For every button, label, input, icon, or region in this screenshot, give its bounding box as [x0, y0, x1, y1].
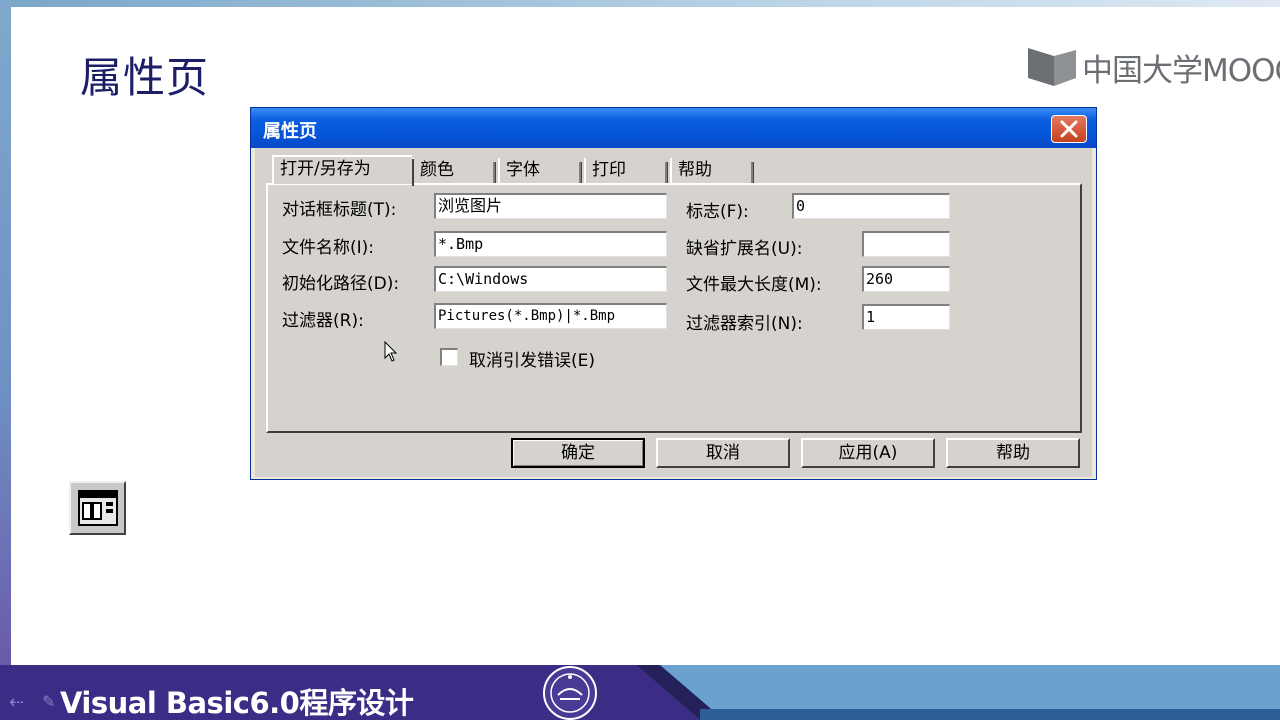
dialog-title-input[interactable]: 浏览图片 [434, 193, 667, 219]
mooc-logo: 中国大学MOOC [1026, 46, 1280, 89]
default-ext-input[interactable] [862, 231, 950, 257]
filter-index-input[interactable]: 1 [862, 304, 950, 330]
file-name-input[interactable]: *.Bmp [434, 231, 667, 257]
tab-label: 字体 [506, 160, 540, 180]
cancel-button[interactable]: 取消 [656, 438, 790, 468]
mooc-logo-text: 中国大学MOOC [1082, 52, 1280, 89]
tab-label: 打印 [592, 160, 626, 180]
tab-open-save[interactable]: 打开/另存为 [272, 155, 414, 186]
apply-button[interactable]: 应用(A) [801, 438, 935, 468]
tab-panel-open-save [266, 183, 1082, 433]
slide-left-bar [0, 0, 11, 665]
slide-top-bar [0, 0, 1280, 7]
mooc-book-icon [1028, 48, 1076, 86]
pencil-icon[interactable]: ✎ [42, 692, 55, 711]
mouse-cursor-icon [384, 341, 398, 362]
filter-label: 过滤器(R): [282, 311, 364, 331]
dialog-window-icon [78, 490, 118, 526]
max-file-size-label: 文件最大长度(M): [686, 275, 822, 295]
cancel-error-checkbox[interactable] [440, 348, 458, 366]
course-title: Visual Basic6.0程序设计 [60, 686, 414, 720]
tab-font[interactable]: 字体 [498, 158, 582, 183]
close-button[interactable] [1051, 115, 1087, 143]
default-ext-label: 缺省扩展名(U): [686, 239, 803, 259]
filter-input[interactable]: Pictures(*.Bmp)|*.Bmp [434, 303, 667, 329]
tab-color[interactable]: 颜色 [412, 158, 496, 183]
dialog-title: 属性页 [263, 121, 317, 142]
left-arrow-icon[interactable]: ⇠ [9, 692, 24, 713]
cancel-error-label: 取消引发错误(E) [469, 351, 596, 371]
help-button[interactable]: 帮助 [946, 438, 1080, 468]
flags-label: 标志(F): [686, 202, 749, 222]
max-file-size-input[interactable]: 260 [862, 266, 950, 292]
dialog-title-label: 对话框标题(T): [282, 200, 397, 220]
close-icon [1060, 120, 1078, 138]
init-dir-label: 初始化路径(D): [282, 274, 400, 294]
university-seal-icon [543, 666, 597, 720]
tab-label: 帮助 [678, 160, 712, 180]
tab-label: 颜色 [420, 160, 454, 180]
ok-button[interactable]: 确定 [511, 438, 645, 468]
filter-index-label: 过滤器索引(N): [686, 314, 803, 334]
file-name-label: 文件名称(I): [282, 238, 375, 258]
tab-help[interactable]: 帮助 [670, 158, 754, 183]
flags-input[interactable]: 0 [792, 193, 950, 219]
init-dir-input[interactable]: C:\Windows [434, 266, 667, 292]
tab-label: 打开/另存为 [280, 159, 371, 179]
common-dialog-control-icon[interactable] [69, 481, 126, 535]
slide-title: 属性页 [80, 53, 210, 102]
tab-print[interactable]: 打印 [584, 158, 668, 183]
dialog-titlebar[interactable]: 属性页 [251, 108, 1096, 148]
